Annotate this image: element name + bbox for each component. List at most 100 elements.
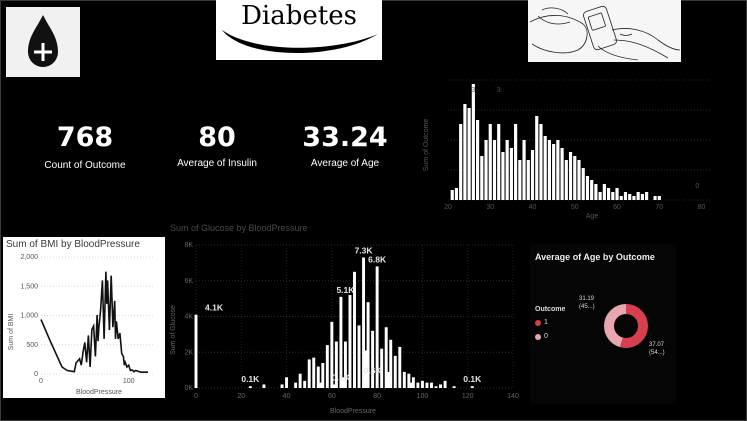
age-bar xyxy=(577,160,581,200)
bmi-x-axis-label: BloodPressure xyxy=(76,389,122,396)
age-bar xyxy=(590,180,594,200)
donut-chart-title: Average of Age by Outcome xyxy=(535,252,655,262)
age-y-axis-label: Sum of Outcome xyxy=(423,119,430,172)
age-bar xyxy=(615,188,619,200)
age-x-tick: 60 xyxy=(613,204,621,211)
legend-item-outcome-0[interactable]: 0 xyxy=(535,333,548,340)
glucose-x-axis-label: BloodPressure xyxy=(330,408,376,415)
glucose-y-tick: 4K xyxy=(184,314,193,321)
age-x-tick: 40 xyxy=(529,204,537,211)
glucose-x-tick: 20 xyxy=(237,393,245,400)
age-x-tick: 50 xyxy=(571,204,579,211)
bmi-y-axis-label: Sum of BMI xyxy=(8,314,15,351)
donut-slices xyxy=(604,304,648,348)
age-by-outcome-card[interactable]: Average of Age by Outcome Outcome 1 0 31… xyxy=(530,244,676,404)
age-bar xyxy=(552,144,556,200)
age-bar xyxy=(619,196,623,200)
glucose-x-tick: 80 xyxy=(373,393,381,400)
glucose-data-label: 4.1K xyxy=(205,303,224,313)
glucose-x-tick: 120 xyxy=(462,393,474,400)
age-bar xyxy=(581,168,585,200)
bmi-line-chart[interactable]: Sum of BMI by BloodPressure 0 500 1,000 1,5… xyxy=(3,237,165,398)
bmi-chart-title: Sum of BMI by BloodPressure xyxy=(6,239,140,250)
glucose-bar xyxy=(325,345,329,388)
glucose-bar xyxy=(303,380,307,388)
legend-item-outcome-1[interactable]: 1 xyxy=(535,319,548,326)
age-outcome-bar-chart[interactable]: Sum of Outcome 20 30 40 50 60 70 80 3 30 Age xyxy=(420,75,720,225)
glucose-y-tick: 6K xyxy=(184,278,193,285)
kpi-avg-insulin-value: 80 xyxy=(198,122,236,153)
age-bar xyxy=(492,140,497,200)
glucose-bar xyxy=(248,386,252,388)
glucose-bars xyxy=(194,257,474,388)
donut-chart[interactable] xyxy=(596,296,656,356)
glucose-bar xyxy=(420,380,424,388)
legend-swatch-0 xyxy=(535,333,541,340)
legend-label-1: 1 xyxy=(544,319,548,326)
glucose-bar xyxy=(430,382,433,388)
glucose-meter-hand-illustration xyxy=(529,5,681,61)
glucose-bar xyxy=(452,386,456,388)
age-bar xyxy=(530,150,535,200)
age-bar xyxy=(514,124,518,200)
age-bar xyxy=(539,124,543,200)
glucose-x-tick: 140 xyxy=(507,393,519,400)
glucose-meter-sketch xyxy=(528,0,681,62)
age-bar xyxy=(471,84,475,200)
glucose-y-ticks: 0K 2K 4K 6K 8K xyxy=(184,242,193,392)
age-data-label: 0 xyxy=(695,183,699,190)
glucose-bar xyxy=(470,386,474,388)
legend-label-0: 0 xyxy=(544,333,548,340)
bmi-x-tick: 0 xyxy=(39,378,43,385)
glucose-bar xyxy=(298,373,302,388)
glucose-bar xyxy=(357,325,361,388)
age-bar xyxy=(467,108,471,200)
age-x-tick: 30 xyxy=(486,204,494,211)
glucose-bar xyxy=(312,357,316,388)
age-bar xyxy=(623,192,628,200)
slice-0-value: 31.19 xyxy=(579,296,595,302)
legend-title: Outcome xyxy=(535,306,566,313)
glucose-bar xyxy=(411,377,415,388)
glucose-bar xyxy=(393,355,397,388)
age-bar xyxy=(501,152,505,200)
glucose-bar xyxy=(307,359,311,388)
age-bar xyxy=(568,152,573,200)
age-bar xyxy=(640,194,644,200)
glucose-data-label: 6.8K xyxy=(368,254,387,264)
age-bar xyxy=(632,196,636,200)
age-bar xyxy=(598,192,602,200)
bmi-y-tick: 500 xyxy=(26,342,38,349)
age-x-tick: 80 xyxy=(698,204,706,211)
age-bar xyxy=(645,192,649,200)
kpi-avg-insulin-label: Average of Insulin xyxy=(177,158,257,169)
age-x-ticks: 20 30 40 50 60 70 80 xyxy=(444,204,705,211)
age-bars xyxy=(450,84,661,200)
age-bar xyxy=(611,192,615,200)
age-bar xyxy=(463,104,467,200)
age-bar xyxy=(556,140,560,200)
slice-label-outcome-1: 37.07 (54...) xyxy=(649,341,665,357)
glucose-data-label: 0.1K xyxy=(241,374,260,384)
kpi-avg-age-value: 33.24 xyxy=(302,122,388,153)
age-bar xyxy=(606,188,611,200)
age-bar xyxy=(488,124,492,200)
age-bar xyxy=(628,194,632,200)
title-banner: Diabetes xyxy=(216,0,382,60)
slice-1-value: 37.07 xyxy=(649,342,665,348)
age-bar xyxy=(484,140,488,200)
glucose-bar xyxy=(262,384,266,388)
bmi-by-bloodpressure-card[interactable]: Sum of BMI by BloodPressure 0 500 1,000 1,5… xyxy=(3,237,165,398)
glucose-bar xyxy=(434,386,438,388)
age-bar xyxy=(475,120,480,200)
age-bar xyxy=(509,148,513,200)
glucose-by-bloodpressure-chart[interactable]: Sum of Glucose by BloodPressure 0K 2K 4K 6K… xyxy=(168,220,523,418)
glucose-bar xyxy=(416,382,420,388)
age-bar xyxy=(480,156,484,200)
glucose-y-tick: 8K xyxy=(184,242,193,249)
age-bar xyxy=(573,156,577,200)
glucose-x-ticks: 0 20 40 60 80 100 120 140 xyxy=(194,393,519,400)
age-bar xyxy=(594,184,598,200)
age-bar xyxy=(497,124,501,200)
age-x-axis-label: Age xyxy=(586,213,599,220)
